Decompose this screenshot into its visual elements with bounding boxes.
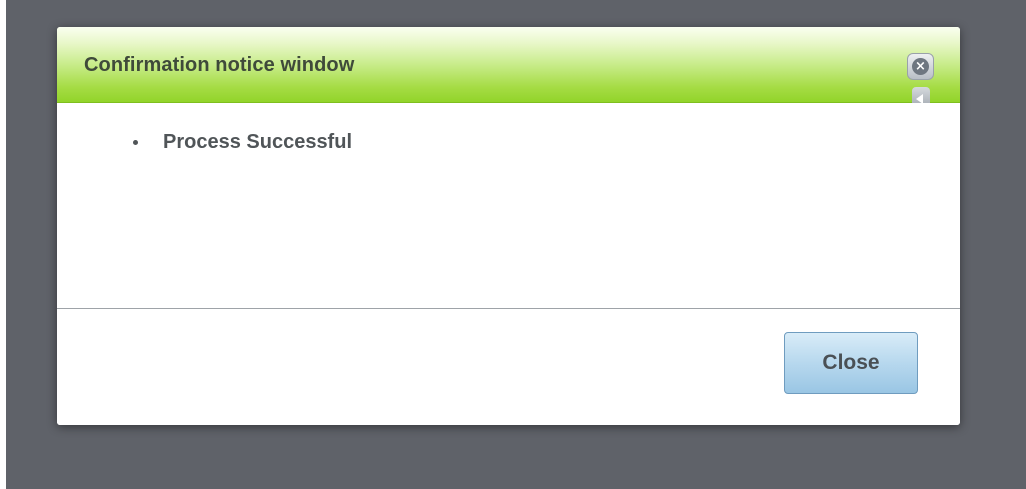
close-icon[interactable]: ×	[907, 53, 934, 80]
dialog-titlebar: Confirmation notice window	[57, 27, 960, 103]
list-item: Process Successful	[133, 131, 352, 154]
close-x-glyph: ×	[912, 58, 929, 75]
confirmation-dialog: Confirmation notice window × Process Suc…	[57, 27, 960, 425]
dialog-title: Confirmation notice window	[84, 54, 355, 76]
bullet-icon	[133, 140, 138, 145]
dialog-footer: Close	[57, 309, 960, 425]
message-text: Process Successful	[163, 131, 352, 153]
dialog-content: Process Successful	[57, 103, 960, 308]
close-button[interactable]: Close	[784, 332, 918, 394]
message-list: Process Successful	[133, 131, 352, 154]
